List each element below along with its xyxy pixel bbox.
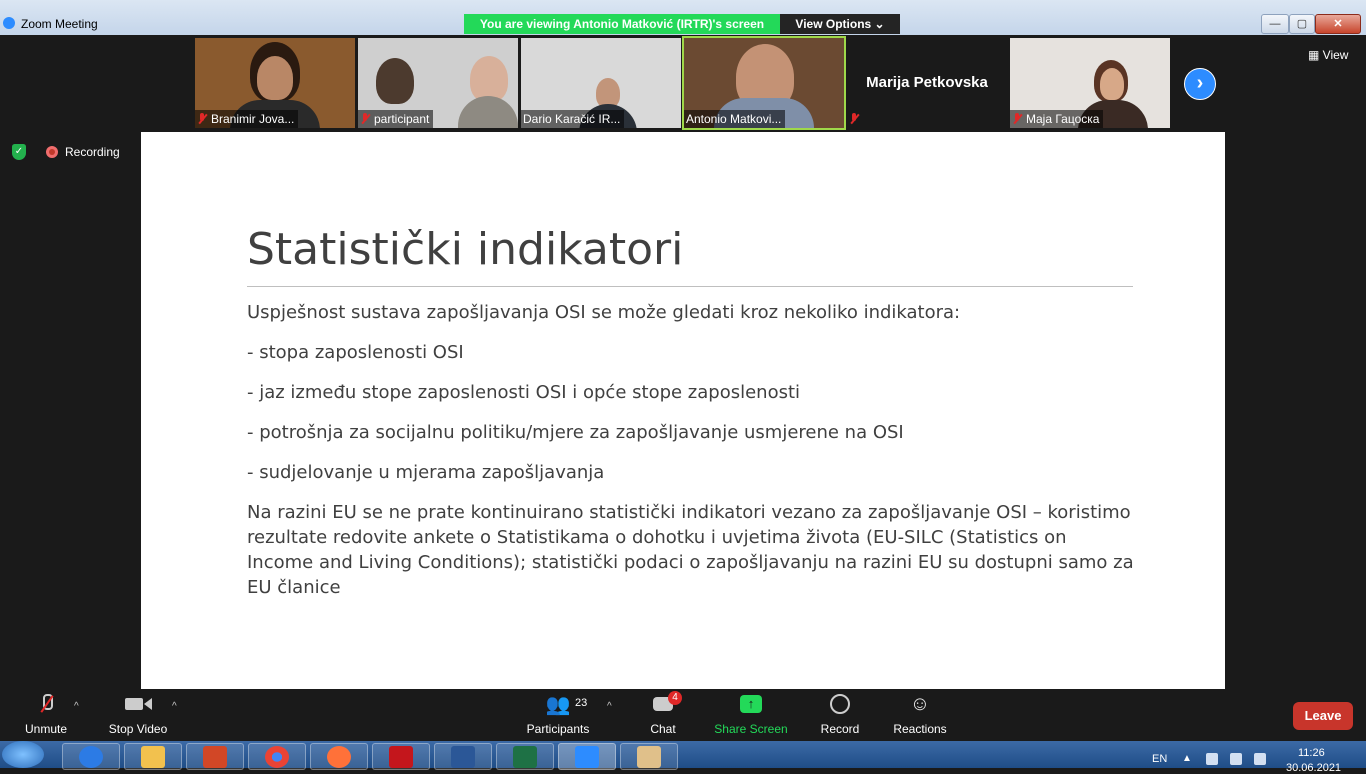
muted-mic-icon <box>360 113 370 125</box>
excel-icon[interactable] <box>496 743 554 770</box>
window-title: Zoom Meeting <box>21 17 98 31</box>
minimize-button[interactable]: — <box>1261 14 1289 34</box>
flag-icon[interactable] <box>1206 753 1218 765</box>
slide-title: Statistički indikatori <box>247 224 684 275</box>
view-options-button[interactable]: View Options ⌄ <box>780 14 900 34</box>
share-screen-button[interactable]: ↑ Share Screen <box>712 692 790 736</box>
firefox-icon[interactable] <box>310 743 368 770</box>
zoom-taskbar-icon[interactable] <box>558 743 616 770</box>
acrobat-reader-icon[interactable] <box>372 743 430 770</box>
chat-unread-badge: 4 <box>668 691 682 705</box>
leave-button[interactable]: Leave <box>1293 702 1353 730</box>
record-icon <box>816 692 864 716</box>
video-camera-icon <box>104 692 172 716</box>
participant-name-label: participant <box>358 110 434 128</box>
view-button[interactable]: ▦ View <box>1308 48 1348 62</box>
close-button[interactable]: ✕ <box>1315 14 1361 34</box>
slide-line: - potrošnja za socijalnu politiku/mjere … <box>247 422 904 443</box>
video-tile[interactable]: participant <box>358 38 518 128</box>
smiley-icon: ☺ <box>909 692 931 715</box>
unmute-button[interactable]: Unmute <box>20 692 72 736</box>
windows-taskbar: EN ▲ 11:26 30.06.2021 <box>0 741 1366 774</box>
clock-date[interactable]: 30.06.2021 <box>1286 762 1341 774</box>
participant-status <box>847 110 867 128</box>
recording-icon <box>46 146 58 158</box>
internet-explorer-icon[interactable] <box>62 743 120 770</box>
powerpoint-icon[interactable] <box>186 743 244 770</box>
audio-options-caret-icon[interactable]: ^ <box>74 701 79 712</box>
maximize-button[interactable]: ▢ <box>1289 14 1315 34</box>
reactions-button[interactable]: ☺ Reactions <box>890 692 950 737</box>
participants-options-caret-icon[interactable]: ^ <box>607 701 612 712</box>
chrome-icon[interactable] <box>248 743 306 770</box>
slide-divider <box>247 286 1133 287</box>
video-options-caret-icon[interactable]: ^ <box>172 701 177 712</box>
language-indicator[interactable]: EN <box>1152 753 1167 765</box>
participant-name-label: Branimir Jova... <box>195 110 299 128</box>
slide-line: - jaz između stope zaposlenosti OSI i op… <box>247 382 801 403</box>
muted-mic-icon <box>849 113 859 125</box>
video-tile-active-speaker[interactable]: Antonio Matkovi... <box>682 36 846 130</box>
muted-mic-icon <box>197 113 207 125</box>
volume-icon[interactable] <box>1230 753 1242 765</box>
viewing-screen-banner: You are viewing Antonio Matković (IRTR)'… <box>464 14 780 34</box>
participants-count: 23 <box>575 697 588 709</box>
shared-screen-slide: Statistički indikatori Uspješnost sustav… <box>141 132 1225 689</box>
record-button[interactable]: Record <box>816 692 864 736</box>
network-icon[interactable] <box>1254 753 1266 765</box>
participant-name-label: Antonio Matkovi... <box>684 110 786 128</box>
next-page-arrow-icon[interactable]: › <box>1184 68 1216 100</box>
slide-line: - sudjelovanje u mjerama zapošljavanja <box>247 462 605 483</box>
grid-icon: ▦ <box>1308 48 1323 62</box>
file-explorer-icon[interactable] <box>124 743 182 770</box>
paint-icon[interactable] <box>620 743 678 770</box>
video-tile[interactable]: Dario Karačić IR... <box>521 38 681 128</box>
zoom-app-icon <box>3 17 15 29</box>
clock-time[interactable]: 11:26 <box>1298 747 1325 759</box>
meeting-toolbar: Unmute ^ Stop Video ^ 👥 Participants ^ C… <box>0 689 1366 741</box>
show-hidden-icons-icon[interactable]: ▲ <box>1182 753 1192 764</box>
security-shield-icon[interactable]: ✓ <box>12 144 26 160</box>
participant-name-large: Marija Petkovska <box>866 74 988 91</box>
video-tile[interactable]: Marija Petkovska <box>847 38 1007 128</box>
slide-paragraph: Na razini EU se ne prate kontinuirano st… <box>247 502 1134 598</box>
word-icon[interactable] <box>434 743 492 770</box>
recording-label[interactable]: Recording <box>65 145 120 159</box>
share-screen-icon: ↑ <box>712 692 790 716</box>
stop-video-button[interactable]: Stop Video <box>104 692 172 736</box>
start-button-icon[interactable] <box>2 741 44 768</box>
window-titlebar: Zoom Meeting You are viewing Antonio Mat… <box>0 0 1366 35</box>
participant-name-label: Maja Гацоска <box>1010 110 1104 128</box>
slide-line: - stopa zaposlenosti OSI <box>247 342 464 363</box>
slide-line: Uspješnost sustava zapošljavanja OSI se … <box>247 302 961 323</box>
muted-mic-icon <box>20 692 72 716</box>
muted-mic-icon <box>1012 113 1022 125</box>
video-tile[interactable]: Branimir Jova... <box>195 38 355 128</box>
participant-name-label: Dario Karačić IR... <box>521 110 625 128</box>
video-tile[interactable]: Maja Гацоска <box>1010 38 1170 128</box>
